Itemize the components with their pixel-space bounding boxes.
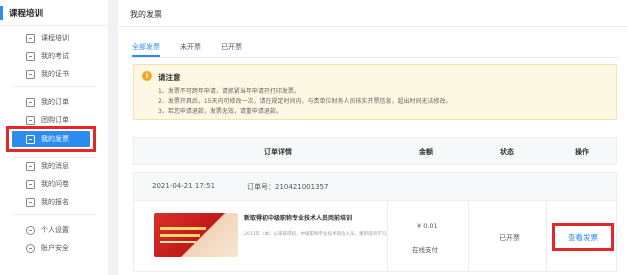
- order-header: 2021-04-21 17:51 订单号：210421001357: [134, 173, 616, 201]
- view-invoice-label: 查看发票: [568, 232, 598, 242]
- survey-icon: [26, 179, 35, 189]
- table-header: 订单详情 金额 状态 操作: [133, 137, 617, 165]
- course-thumbnail[interactable]: [154, 213, 238, 257]
- sidebar-item-label: 我的订单: [41, 98, 69, 106]
- sidebar-header: 课程培训: [0, 0, 108, 26]
- sidebar-item-label: 我的证书: [41, 70, 69, 78]
- warning-icon: !: [142, 71, 152, 81]
- main-panel: 我的发票 全部发票 未开票 已开票 ! 请注意 1、发票不可跨年申请，请抓紧当年…: [118, 0, 627, 275]
- tab-not-invoiced[interactable]: 未开票: [180, 42, 201, 52]
- sidebar-item-label: 我的报名: [41, 198, 69, 206]
- book-icon: [26, 33, 35, 43]
- sidebar-item-survey[interactable]: 我的问卷: [6, 176, 98, 192]
- sidebar-item-label: 团购订单: [41, 116, 69, 124]
- sidebar-item-label: 账户安全: [41, 244, 69, 252]
- sidebar-item-label: 我的问卷: [41, 180, 69, 188]
- sidebar-item-invoice[interactable]: 我的发票: [6, 126, 96, 152]
- sidebar-item-orders[interactable]: 我的订单: [6, 94, 98, 110]
- sidebar-item-label: 个人设置: [41, 226, 69, 234]
- sidebar-header-bar: [0, 6, 3, 20]
- certificate-icon: [26, 69, 35, 79]
- order-icon: [26, 97, 35, 107]
- sidebar-item-label: 课程培训: [41, 34, 69, 42]
- column-divider: [546, 201, 547, 271]
- tab-bar: 全部发票 未开票 已开票: [132, 42, 262, 57]
- sidebar-item-invoice-inner: 我的发票: [12, 131, 90, 147]
- notice-line: 2、发票开具后，15天内可修改一次，请在规定时间内，与贵单位财务人员核实开票信息…: [158, 98, 452, 105]
- column-divider: [468, 201, 469, 271]
- exam-icon: [26, 51, 35, 61]
- payment-method: 在线支付: [412, 246, 438, 254]
- sidebar-item-label: 我的发票: [41, 135, 69, 143]
- group-order-icon: [26, 115, 35, 125]
- sidebar-item-label: 我的考试: [41, 52, 69, 60]
- sidebar-item-exam[interactable]: 我的考试: [6, 48, 98, 64]
- sidebar-item-settings[interactable]: 个人设置: [6, 222, 98, 238]
- sidebar-item-certificate[interactable]: 我的证书: [6, 66, 98, 82]
- sidebar-item-messages[interactable]: 我的消息: [6, 158, 98, 174]
- notice-title: 请注意: [158, 73, 181, 82]
- col-amount: 金额: [419, 148, 433, 156]
- col-order-details: 订单详情: [264, 148, 292, 156]
- sidebar: 课程培训 课程培训 我的考试 我的证书 我的订单 团购订单 我的发票 我的消息 …: [0, 0, 108, 275]
- order-number: 订单号：210421001357: [247, 183, 329, 191]
- order-amount: ¥ 0.01: [417, 222, 438, 230]
- sidebar-divider: [14, 86, 96, 87]
- notice-line: 3、若您申请退款，发票无效，请重申请退款。: [158, 108, 282, 115]
- sidebar-item-label: 我的消息: [41, 162, 69, 170]
- tab-all-invoices[interactable]: 全部发票: [132, 42, 160, 57]
- signup-icon: [26, 197, 35, 207]
- thumbnail-decoration: [160, 227, 206, 230]
- order-card: 2021-04-21 17:51 订单号：210421001357 新取得初中级…: [133, 172, 617, 272]
- invoice-status: 已开票: [499, 234, 520, 242]
- notice-box: ! 请注意 1、发票不可跨年申请，请抓紧当年申请开打印发票。 2、发票开具后，1…: [133, 64, 617, 120]
- tab-invoiced[interactable]: 已开票: [221, 42, 242, 52]
- sidebar-title: 课程培训: [9, 8, 44, 19]
- sidebar-item-course[interactable]: 课程培训: [6, 30, 98, 46]
- notice-line: 1、发票不可跨年申请，请抓紧当年申请开打印发票。: [158, 88, 300, 95]
- column-divider: [387, 201, 388, 271]
- settings-icon: [26, 225, 35, 235]
- thumbnail-decoration: [160, 234, 200, 237]
- course-name[interactable]: 新取得初中级职称专业技术人员岗前培训: [244, 213, 352, 222]
- course-description: 2013年（本）以来取得初、中级职称专业技术岗位人员，重新培训学习。: [244, 232, 391, 237]
- order-date: 2021-04-21 17:51: [152, 182, 216, 190]
- view-invoice-button[interactable]: 查看发票: [552, 223, 614, 251]
- tabs-divider: [130, 57, 618, 58]
- page-title: 我的发票: [130, 10, 162, 19]
- sidebar-item-signup[interactable]: 我的报名: [6, 194, 98, 210]
- col-action: 操作: [575, 148, 589, 156]
- message-icon: [26, 161, 35, 171]
- thumbnail-decoration: [160, 241, 196, 243]
- invoice-icon: [26, 134, 35, 144]
- col-status: 状态: [500, 148, 514, 156]
- shield-icon: [26, 243, 35, 253]
- sidebar-item-security[interactable]: 账户安全: [6, 240, 98, 256]
- sidebar-divider: [14, 214, 96, 215]
- title-divider: [118, 26, 627, 27]
